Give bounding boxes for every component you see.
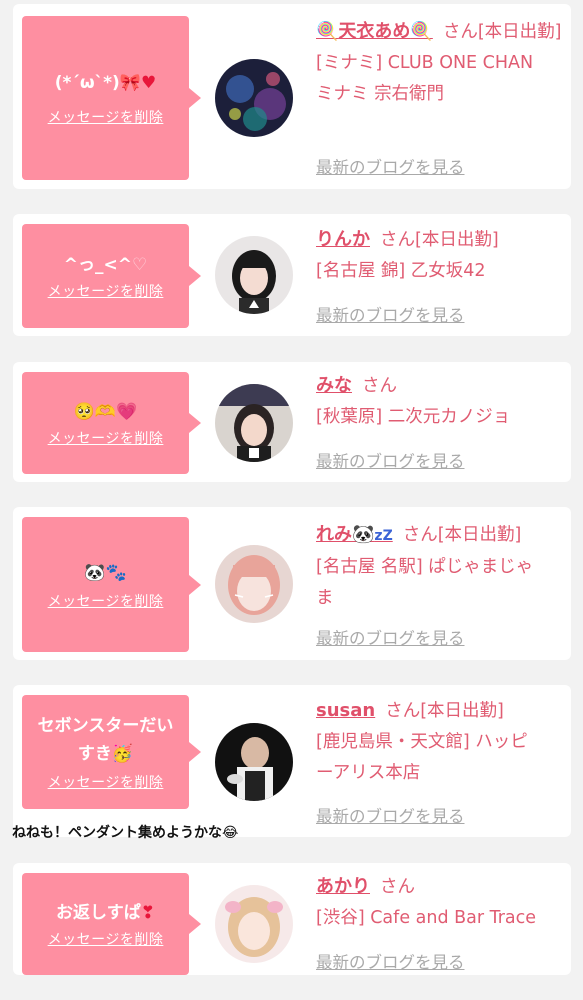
message-card: お返しすぱ❣ メッセージを削除 あかり さん [渋谷] Cafe and Bar … bbox=[13, 863, 571, 975]
message-bubble: ^っ_<^♡ メッセージを削除 bbox=[22, 224, 201, 328]
cast-name-link[interactable]: みな bbox=[316, 375, 352, 396]
avatar[interactable] bbox=[215, 59, 293, 137]
message-bubble: 🐼🐾 メッセージを削除 bbox=[22, 517, 201, 652]
shop-info: [ミナミ] CLUB ONE CHAN bbox=[316, 53, 534, 73]
message-bubble: (*´ω`*)🎀♥ メッセージを削除 bbox=[22, 16, 201, 180]
overlay-comment: ねねも！ペンダント集めようかな😂 bbox=[12, 825, 239, 841]
latest-blog-link[interactable]: 最新のブログを見る bbox=[316, 949, 465, 973]
delete-message-link[interactable]: メッセージを削除 bbox=[48, 107, 164, 127]
avatar[interactable] bbox=[215, 236, 293, 314]
cast-info: 🍭天衣あめ🍭 さん[本日出勤] [ミナミ] CLUB ONE CHAN ミナミ 宗… bbox=[316, 16, 563, 110]
cast-info: susan さん[本日出勤] [鹿児島県・天文館] ハッピ ーアリス本店 bbox=[316, 695, 563, 789]
cast-name-link[interactable]: りんか bbox=[316, 229, 370, 250]
delete-message-link[interactable]: メッセージを削除 bbox=[48, 929, 164, 949]
status-label: [本日出勤] bbox=[415, 230, 499, 250]
cast-info: みな さん [秋葉原] 二次元カノジョ bbox=[316, 370, 563, 433]
shop-info: [名古屋 名駅] ぱじゃまじゃ bbox=[316, 557, 534, 577]
delete-message-link[interactable]: メッセージを削除 bbox=[48, 281, 164, 301]
cast-name-link[interactable]: あかり bbox=[316, 876, 370, 897]
status-label: [本日出勤] bbox=[420, 701, 504, 721]
delete-message-link[interactable]: メッセージを削除 bbox=[48, 591, 164, 611]
shop-info: [名古屋 錦] 乙女坂42 bbox=[316, 261, 486, 281]
latest-blog-link[interactable]: 最新のブログを見る bbox=[316, 803, 465, 827]
message-text: セボンスターだい すき🥳 bbox=[37, 716, 174, 764]
status-label: [本日出勤] bbox=[477, 22, 562, 42]
shop-info: [秋葉原] 二次元カノジョ bbox=[316, 407, 511, 427]
cast-name-link[interactable]: れみ🐼zZ bbox=[316, 524, 393, 545]
message-card: (*´ω`*)🎀♥ メッセージを削除 🍭天衣あめ🍭 さん[本日出勤] [ミナミ] … bbox=[13, 4, 571, 189]
latest-blog-link[interactable]: 最新のブログを見る bbox=[316, 448, 465, 472]
avatar[interactable] bbox=[215, 885, 293, 963]
latest-blog-link[interactable]: 最新のブログを見る bbox=[316, 302, 465, 326]
message-card: ^っ_<^♡ メッセージを削除 りんか さん[本日出勤] [名古屋 錦] 乙女坂4… bbox=[13, 214, 571, 336]
avatar[interactable] bbox=[215, 545, 293, 623]
message-text: 🥺🫶💗 bbox=[73, 402, 138, 422]
cast-info: れみ🐼zZ さん[本日出勤] [名古屋 名駅] ぱじゃまじゃ ま bbox=[316, 519, 563, 614]
latest-blog-link[interactable]: 最新のブログを見る bbox=[316, 154, 465, 178]
cast-name-link[interactable]: 🍭天衣あめ🍭 bbox=[316, 21, 433, 42]
avatar[interactable] bbox=[215, 384, 293, 462]
message-card: 🐼🐾 メッセージを削除 れみ🐼zZ さん[本日出勤] [名古屋 名駅] ぱじゃまじ… bbox=[13, 507, 571, 660]
message-card: セボンスターだい すき🥳 メッセージを削除 susan さん[本日出勤] [鹿児島… bbox=[13, 685, 571, 837]
message-bubble: 🥺🫶💗 メッセージを削除 bbox=[22, 372, 201, 474]
delete-message-link[interactable]: メッセージを削除 bbox=[48, 428, 164, 448]
cast-info: りんか さん[本日出勤] [名古屋 錦] 乙女坂42 bbox=[316, 224, 563, 287]
message-text: 🐼🐾 bbox=[84, 562, 127, 583]
message-card: 🥺🫶💗 メッセージを削除 みな さん [秋葉原] 二次元カノジョ 最新のブログを見… bbox=[13, 362, 571, 482]
cast-info: あかり さん [渋谷] Cafe and Bar Trace bbox=[316, 871, 563, 934]
delete-message-link[interactable]: メッセージを削除 bbox=[48, 772, 164, 792]
cast-name-link[interactable]: susan bbox=[316, 700, 375, 721]
message-text: お返しすぱ❣ bbox=[56, 903, 155, 923]
shop-info: [渋谷] Cafe and Bar Trace bbox=[316, 908, 537, 928]
message-bubble: お返しすぱ❣ メッセージを削除 bbox=[22, 873, 201, 975]
shop-info: [鹿児島県・天文館] ハッピ bbox=[316, 732, 528, 752]
status-label: [本日出勤] bbox=[437, 525, 522, 545]
shop-info-continued: ま bbox=[316, 588, 334, 608]
message-bubble: セボンスターだい すき🥳 メッセージを削除 bbox=[22, 695, 201, 809]
latest-blog-link[interactable]: 最新のブログを見る bbox=[316, 625, 465, 649]
avatar[interactable] bbox=[215, 723, 293, 801]
message-text: ^っ_<^♡ bbox=[63, 255, 148, 275]
shop-info-continued: ミナミ 宗右衛門 bbox=[316, 84, 445, 104]
shop-info-continued: ーアリス本店 bbox=[316, 763, 421, 783]
message-text: (*´ω`*)🎀♥ bbox=[54, 73, 157, 93]
